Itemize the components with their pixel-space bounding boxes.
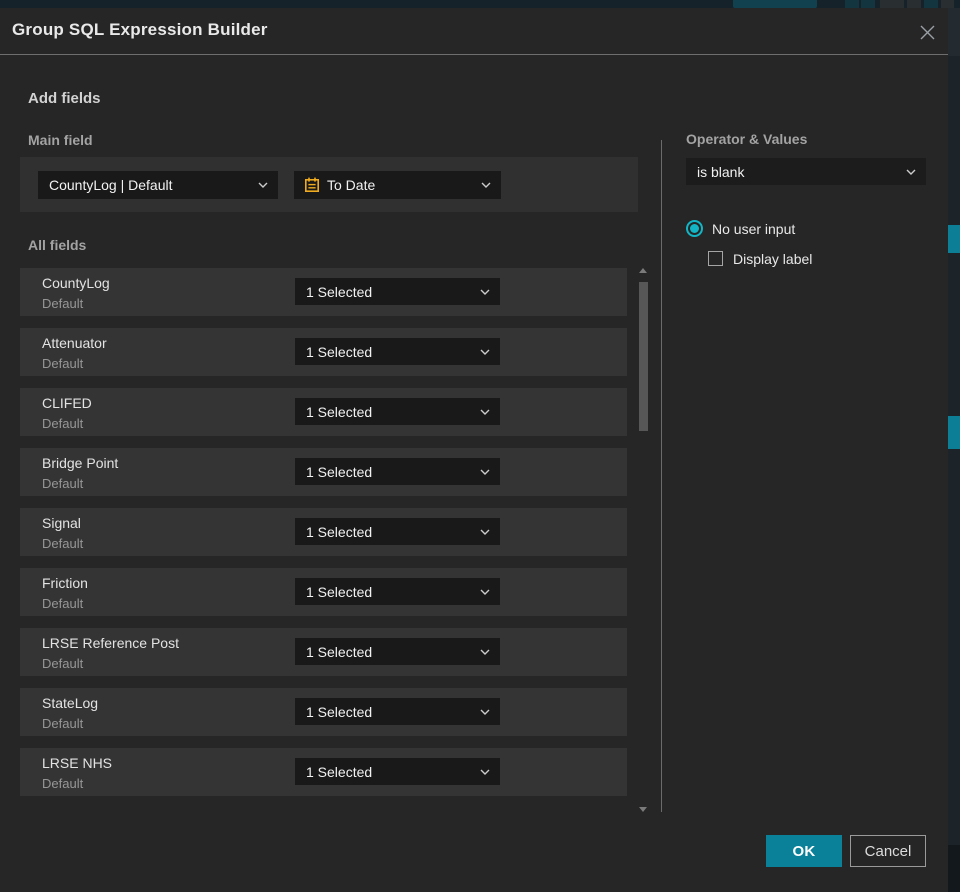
field-row: Signal Default 1 Selected	[20, 508, 627, 556]
toolbar-chip	[845, 0, 859, 8]
background-band	[948, 845, 960, 892]
field-name: Signal	[42, 515, 81, 531]
background-band	[948, 225, 960, 253]
live-view-label: Live view	[757, 0, 802, 3]
field-name: LRSE Reference Post	[42, 635, 179, 651]
close-icon[interactable]	[916, 21, 938, 43]
field-row: LRSE NHS Default 1 Selected	[20, 748, 627, 796]
field-sublabel: Default	[42, 716, 84, 731]
field-values-select-value: 1 Selected	[306, 643, 373, 660]
background-app-right-strip	[948, 8, 960, 892]
background-app-topbar: Live view	[0, 0, 960, 8]
field-values-select[interactable]: 1 Selected	[295, 518, 500, 545]
dialog-header: Group SQL Expression Builder	[0, 8, 948, 55]
field-name: StateLog	[42, 695, 99, 711]
date-field-select-value: To Date	[327, 177, 376, 193]
chevron-down-icon	[480, 769, 490, 775]
field-values-select-value: 1 Selected	[306, 283, 373, 300]
field-name: CountyLog	[42, 275, 110, 291]
chevron-down-icon	[481, 182, 491, 188]
cancel-button[interactable]: Cancel	[850, 835, 926, 867]
chevron-down-icon	[480, 529, 490, 535]
field-name: Bridge Point	[42, 455, 119, 471]
field-name: LRSE NHS	[42, 755, 113, 771]
toolbar-chip	[924, 0, 938, 8]
chevron-down-icon	[480, 649, 490, 655]
date-field-select[interactable]: To Date	[294, 171, 501, 199]
field-name: Attenuator	[42, 335, 107, 351]
field-sublabel: Default	[42, 356, 84, 371]
chevron-down-icon	[480, 709, 490, 715]
field-values-select-value: 1 Selected	[306, 343, 373, 360]
chevron-down-icon	[258, 182, 268, 188]
field-sublabel: Default	[42, 296, 84, 311]
field-row: CountyLog Default 1 Selected	[20, 268, 627, 316]
dialog-title: Group SQL Expression Builder	[12, 20, 268, 39]
checkbox-label: Display label	[733, 251, 813, 267]
scrollbar-thumb[interactable]	[639, 282, 648, 431]
chevron-down-icon	[480, 589, 490, 595]
list-scrollbar[interactable]	[639, 266, 648, 814]
main-field-label: Main field	[28, 132, 93, 148]
field-row: StateLog Default 1 Selected	[20, 688, 627, 736]
chevron-down-icon	[906, 169, 916, 175]
field-values-select[interactable]: 1 Selected	[295, 458, 500, 485]
radio-selected-icon	[686, 220, 703, 237]
field-values-select[interactable]: 1 Selected	[295, 338, 500, 365]
field-values-select-value: 1 Selected	[306, 763, 373, 780]
panel-divider	[661, 140, 662, 812]
field-values-select[interactable]: 1 Selected	[295, 638, 500, 665]
field-row: CLIFED Default 1 Selected	[20, 388, 627, 436]
field-values-select-value: 1 Selected	[306, 703, 373, 720]
all-fields-label: All fields	[28, 237, 87, 253]
field-values-select[interactable]: 1 Selected	[295, 398, 500, 425]
main-field-select[interactable]: CountyLog | Default	[38, 171, 278, 199]
chevron-down-icon	[480, 409, 490, 415]
chevron-down-icon	[480, 289, 490, 295]
checkbox-unchecked-icon	[708, 251, 723, 266]
field-sublabel: Default	[42, 656, 84, 671]
field-values-select[interactable]: 1 Selected	[295, 758, 500, 785]
toolbar-chip	[941, 0, 954, 8]
toolbar-chip	[861, 0, 875, 8]
field-values-select-value: 1 Selected	[306, 403, 373, 420]
field-sublabel: Default	[42, 776, 84, 791]
field-sublabel: Default	[42, 476, 84, 491]
operator-select-value: is blank	[697, 163, 745, 180]
field-values-select-value: 1 Selected	[306, 463, 373, 480]
field-values-select[interactable]: 1 Selected	[295, 278, 500, 305]
chevron-down-icon	[480, 349, 490, 355]
operator-values-heading: Operator & Values	[686, 131, 808, 147]
field-sublabel: Default	[42, 596, 84, 611]
add-fields-heading: Add fields	[28, 90, 101, 107]
chevron-down-icon	[480, 469, 490, 475]
live-view-button[interactable]: Live view	[733, 0, 817, 8]
toolbar-chip	[907, 0, 921, 8]
field-name: Friction	[42, 575, 88, 591]
toolbar-chip	[880, 0, 904, 8]
field-values-select[interactable]: 1 Selected	[295, 578, 500, 605]
field-row: LRSE Reference Post Default 1 Selected	[20, 628, 627, 676]
field-row: Friction Default 1 Selected	[20, 568, 627, 616]
field-row: Bridge Point Default 1 Selected	[20, 448, 627, 496]
ok-button[interactable]: OK	[766, 835, 842, 867]
field-values-select-value: 1 Selected	[306, 583, 373, 600]
all-fields-list: CountyLog Default 1 Selected Attenuator …	[20, 268, 627, 808]
background-band	[948, 416, 960, 449]
radio-label: No user input	[712, 221, 796, 237]
scroll-down-icon[interactable]	[639, 807, 647, 812]
field-values-select[interactable]: 1 Selected	[295, 698, 500, 725]
field-sublabel: Default	[42, 416, 84, 431]
field-row: Attenuator Default 1 Selected	[20, 328, 627, 376]
field-sublabel: Default	[42, 536, 84, 551]
main-field-container: CountyLog | Default To Date	[20, 157, 638, 212]
field-name: CLIFED	[42, 395, 92, 411]
group-sql-expression-builder-dialog: Group SQL Expression Builder Add fields …	[0, 8, 948, 892]
main-field-select-value: CountyLog | Default	[49, 177, 173, 193]
field-values-select-value: 1 Selected	[306, 523, 373, 540]
background-band	[948, 8, 960, 56]
operator-select[interactable]: is blank	[686, 158, 926, 185]
scroll-up-icon[interactable]	[639, 268, 647, 273]
